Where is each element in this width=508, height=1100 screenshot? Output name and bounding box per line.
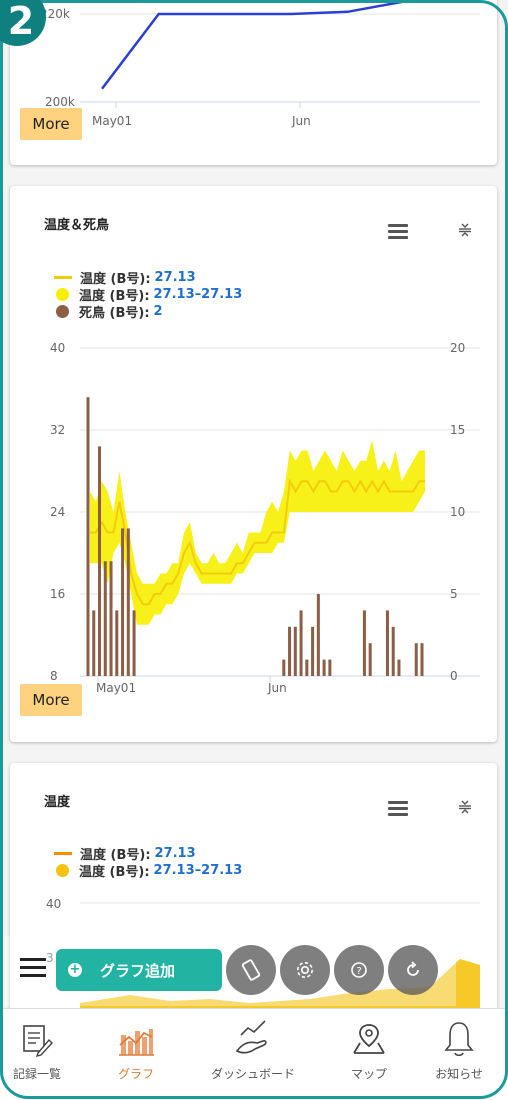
nav-label: ダッシュボード <box>210 1067 295 1081</box>
death-bar <box>293 626 297 676</box>
y-right-tick-label: 20 <box>450 341 465 355</box>
x-tick-label: Jun <box>267 681 287 695</box>
bar-chart-icon <box>119 1029 154 1056</box>
help-button[interactable]: ? <box>334 945 384 995</box>
death-bar <box>299 610 303 676</box>
nav-graph[interactable]: グラフ <box>91 1009 181 1082</box>
settings-button[interactable] <box>280 945 330 995</box>
x-tick-label: May01 <box>96 681 136 695</box>
nav-label: グラフ <box>117 1067 154 1081</box>
death-bar <box>420 643 424 676</box>
nav-label: マップ <box>350 1067 387 1081</box>
add-graph-button[interactable]: + グラフ追加 <box>56 949 222 991</box>
death-bar <box>368 643 372 676</box>
top-chart: 220k 200k May01 Jun <box>40 0 480 128</box>
death-bar <box>132 610 136 676</box>
death-bar <box>282 659 286 676</box>
death-bar <box>311 626 315 676</box>
map-pin-icon <box>353 1024 385 1054</box>
add-graph-label: グラフ追加 <box>100 961 176 980</box>
death-bar <box>121 528 125 676</box>
y-right-tick-label: 0 <box>450 669 458 683</box>
death-bar <box>397 659 401 676</box>
death-bar <box>391 626 395 676</box>
death-bar <box>115 610 119 676</box>
more-button[interactable]: More <box>20 108 82 140</box>
y-tick-label: 200k <box>45 95 75 109</box>
refresh-icon <box>407 961 419 976</box>
rotate-button[interactable] <box>226 945 276 995</box>
death-bar <box>414 643 418 676</box>
death-bar <box>92 610 96 676</box>
y-right-tick-label: 5 <box>450 587 458 601</box>
death-bar <box>385 610 389 676</box>
plus-icon: + <box>68 962 82 977</box>
death-bar <box>362 610 366 676</box>
svg-text:?: ? <box>356 966 361 977</box>
bottom-navigation: 記録一覧 グラフ ダッシュボード マップ お知らせ <box>0 1008 508 1100</box>
death-bar <box>103 561 107 676</box>
death-bar <box>288 626 292 676</box>
death-bar <box>322 659 326 676</box>
nav-dashboard[interactable]: ダッシュボード <box>208 1009 298 1082</box>
death-bar <box>316 594 320 676</box>
more-button[interactable]: More <box>20 684 82 716</box>
temperature-range-band <box>90 440 425 625</box>
death-bar <box>126 528 130 676</box>
y-left-tick-label: 32 <box>50 423 65 437</box>
notepad-icon <box>23 1025 53 1057</box>
death-bar <box>328 659 332 676</box>
top-chart-card: 220k 200k May01 Jun More <box>10 0 497 165</box>
bell-icon <box>444 1022 474 1057</box>
x-tick-label: May01 <box>92 114 132 128</box>
hamburger-menu-icon[interactable] <box>20 958 46 978</box>
death-bar <box>86 397 90 676</box>
nav-records[interactable]: 記録一覧 <box>0 1009 82 1082</box>
rotate-icon <box>241 959 261 981</box>
temperature-death-chart-card: 温度＆死鳥 温度 (B号): 27.13 温度 (B号): 27.13–27.13 … <box>10 186 497 742</box>
y-left-tick-label: 16 <box>50 587 65 601</box>
series-line <box>101 0 420 90</box>
y-right-tick-label: 15 <box>450 423 465 437</box>
nav-label: お知らせ <box>435 1067 483 1081</box>
refresh-button[interactable] <box>388 945 438 995</box>
death-bar <box>98 446 102 676</box>
x-tick-label: Jun <box>291 114 311 128</box>
y-left-tick-label: 24 <box>50 505 65 519</box>
y-left-tick-label: 8 <box>50 669 58 683</box>
help-icon: ? <box>351 962 367 978</box>
y-left-tick-label: 40 <box>50 341 65 355</box>
nav-map[interactable]: マップ <box>324 1009 414 1082</box>
nav-label: 記録一覧 <box>12 1067 61 1081</box>
nav-notifications[interactable]: お知らせ <box>414 1009 504 1082</box>
death-bar <box>305 659 309 676</box>
y-tick-label: 40 <box>46 897 61 911</box>
temperature-death-chart: 40 20 32 15 24 10 16 5 8 0 May01 Jun <box>50 341 480 695</box>
gear-icon <box>297 962 313 978</box>
hand-chart-icon <box>235 1020 267 1054</box>
y-right-tick-label: 10 <box>450 505 465 519</box>
death-bar <box>109 561 113 676</box>
